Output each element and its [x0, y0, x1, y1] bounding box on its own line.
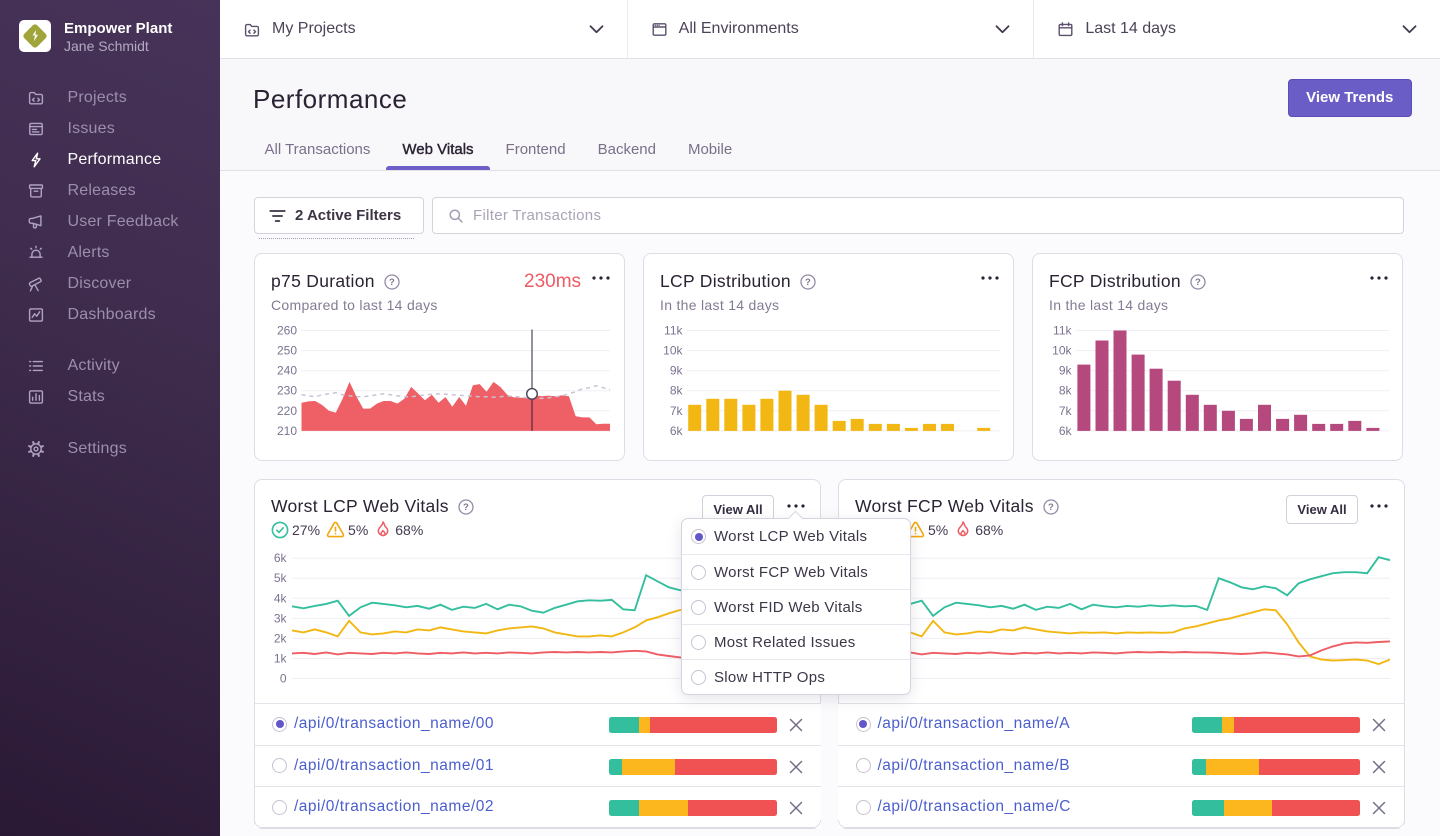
svg-text:6k: 6k	[274, 551, 288, 565]
svg-text:2k: 2k	[274, 631, 288, 645]
svg-text:4k: 4k	[274, 591, 288, 605]
svg-text:0: 0	[280, 672, 287, 686]
svg-text:1k: 1k	[274, 652, 288, 666]
svg-text:3k: 3k	[274, 611, 288, 625]
svg-text:5k: 5k	[274, 571, 288, 585]
